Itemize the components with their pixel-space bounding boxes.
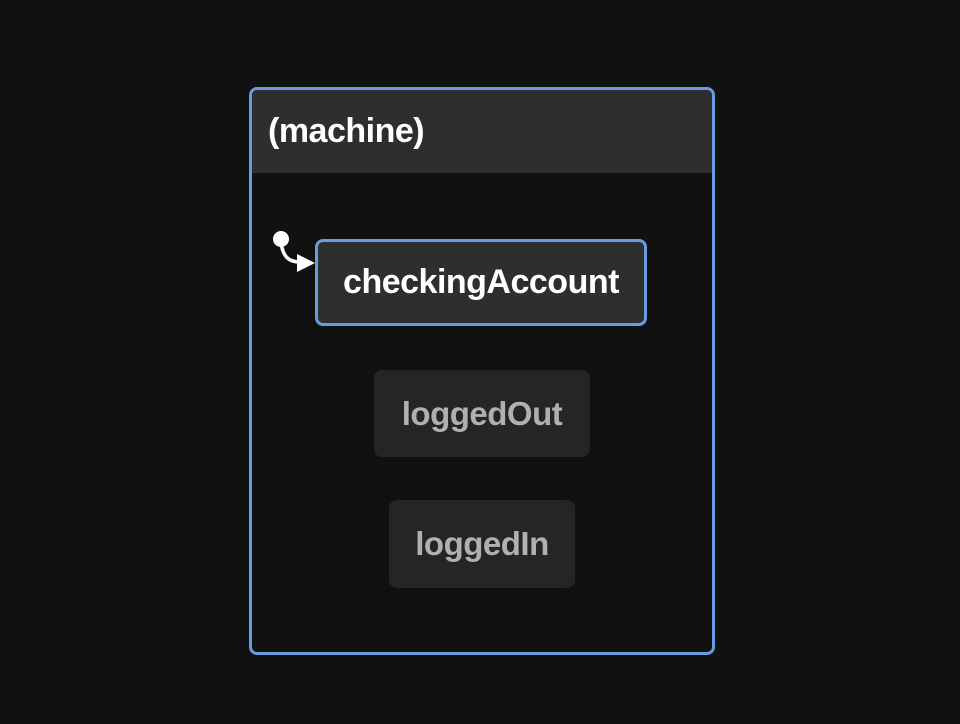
state-logged-in-label: loggedIn [415,525,549,562]
machine-title: (machine) [268,112,425,150]
state-logged-in[interactable]: loggedIn [389,500,575,588]
state-checking-account-label: checkingAccount [343,263,619,301]
state-checking-account[interactable]: checkingAccount [315,239,647,326]
initial-state-arrow-icon [273,231,315,272]
machine-header: (machine) [252,90,712,173]
state-logged-out[interactable]: loggedOut [374,370,590,457]
statechart-canvas: (machine) checkingAccount loggedOut logg… [0,0,960,724]
state-logged-out-label: loggedOut [401,394,563,432]
